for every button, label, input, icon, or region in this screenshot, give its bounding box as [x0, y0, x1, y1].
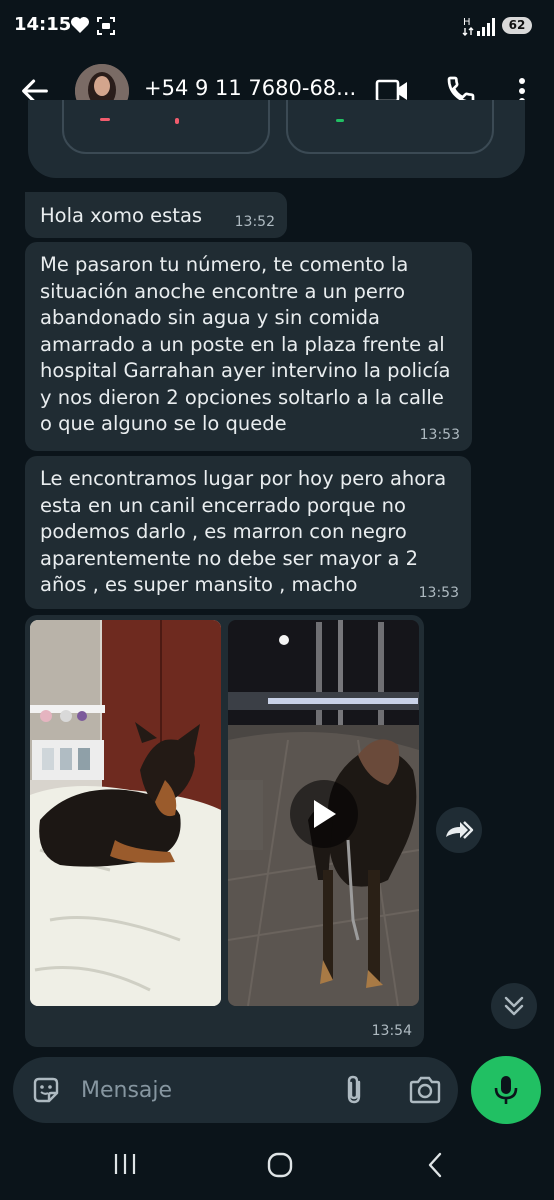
status-bar: 14:15 H 62 — [0, 0, 554, 56]
play-icon — [314, 800, 336, 828]
sticker-icon[interactable] — [31, 1075, 61, 1105]
message-bubble[interactable]: Me pasaron tu número, te comento la situ… — [25, 242, 472, 451]
double-chevron-down-icon — [504, 996, 524, 1016]
forward-icon — [446, 821, 474, 839]
scroll-to-bottom-button[interactable] — [491, 983, 537, 1029]
camera-icon[interactable] — [408, 1075, 442, 1105]
message-bubble[interactable]: Le encontramos lugar por hoy pero ahora … — [25, 456, 471, 609]
card-action-icon — [175, 118, 179, 124]
message-time: 13:54 — [371, 1023, 412, 1039]
message-input[interactable] — [79, 1069, 333, 1111]
home-icon[interactable] — [265, 1150, 295, 1180]
media-message: 13:54 — [25, 615, 424, 1047]
message-time: 13:53 — [418, 585, 459, 601]
battery-indicator: 62 — [502, 17, 532, 34]
message-time: 13:52 — [234, 214, 275, 230]
message-time: 13:53 — [419, 427, 460, 443]
forward-button[interactable] — [436, 807, 482, 853]
voice-message-button[interactable] — [471, 1056, 541, 1124]
card-action-icon — [336, 119, 344, 122]
system-nav-bar — [0, 1130, 554, 1200]
recent-apps-icon[interactable] — [112, 1150, 138, 1178]
dog-photo-thumbnail[interactable] — [30, 620, 221, 1006]
network-type: H — [463, 17, 471, 28]
signal-icon: H — [462, 17, 495, 36]
dog-video-thumbnail[interactable] — [228, 620, 419, 1006]
status-time: 14:15 — [14, 14, 72, 35]
heart-icon — [71, 17, 89, 33]
message-composer — [13, 1057, 458, 1123]
message-text: Le encontramos lugar por hoy pero ahora … — [40, 467, 447, 596]
contact-name[interactable]: +54 9 11 7680-68... — [144, 76, 356, 100]
card-action-icon — [100, 118, 110, 121]
card-action-button[interactable] — [286, 100, 494, 154]
back-nav-icon[interactable] — [424, 1150, 446, 1180]
contact-info-card — [28, 100, 525, 178]
screenshot-icon — [97, 17, 115, 35]
message-bubble[interactable]: Hola xomo estas 13:52 — [25, 192, 287, 238]
card-action-button[interactable] — [62, 100, 270, 154]
microphone-icon — [494, 1076, 518, 1104]
message-text: Me pasaron tu número, te comento la situ… — [40, 253, 451, 435]
attach-icon[interactable] — [341, 1074, 367, 1106]
play-button[interactable] — [290, 780, 358, 848]
